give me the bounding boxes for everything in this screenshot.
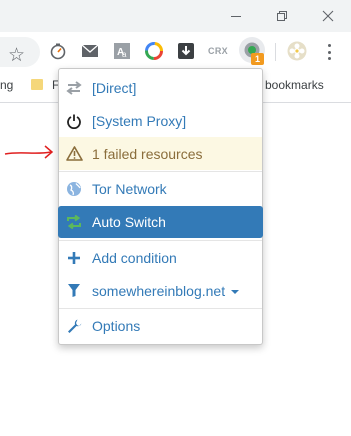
menu-item-label: Options <box>92 317 141 334</box>
menu-item-system-proxy[interactable]: [System Proxy] <box>59 104 262 137</box>
proxy-badge: 1 <box>251 53 264 65</box>
kebab-dot-icon <box>327 44 331 47</box>
menu-item-auto-switch[interactable]: Auto Switch <box>58 206 263 238</box>
menu-item-label-with-caret: somewhereinblog.net <box>92 282 240 299</box>
avatar-icon <box>287 41 307 61</box>
svg-text:a: a <box>122 50 127 59</box>
download-extension-button[interactable] <box>176 41 196 61</box>
profile-button[interactable] <box>287 41 307 61</box>
color-wheel-icon <box>145 42 163 60</box>
close-window-button[interactable] <box>305 0 351 32</box>
restore-icon <box>277 11 287 21</box>
wrench-icon <box>65 309 83 342</box>
power-icon <box>65 104 83 137</box>
restore-button[interactable] <box>259 0 305 32</box>
globe-icon <box>65 172 83 205</box>
browser-menu-button[interactable] <box>322 42 336 62</box>
menu-item-failed-resources[interactable]: 1 failed resources <box>59 137 262 170</box>
bookmark-item[interactable]: ng <box>0 78 13 92</box>
browser-toolbar: ☆ A a CRX <box>0 32 351 70</box>
proxy-switch-menu: [Direct] [System Proxy] 1 failed resourc… <box>58 68 263 345</box>
address-bar[interactable]: ☆ <box>0 37 40 67</box>
download-icon <box>178 43 194 59</box>
menu-item-temp-rule-dropdown[interactable]: somewhereinblog.net <box>59 274 262 307</box>
menu-item-label: 1 failed resources <box>92 145 203 162</box>
plus-icon <box>65 241 83 274</box>
mail-icon <box>81 44 99 57</box>
aa-icon: A a <box>114 43 130 59</box>
minimize-button[interactable] <box>213 0 259 32</box>
crx-extension-button[interactable]: CRX <box>206 41 230 61</box>
close-icon <box>322 10 334 22</box>
mail-extension-button[interactable] <box>80 41 100 61</box>
menu-item-label: Tor Network <box>92 180 167 197</box>
menu-item-add-condition[interactable]: Add condition <box>59 241 262 274</box>
menu-item-direct[interactable]: [Direct] <box>59 71 262 104</box>
bookmark-star-icon[interactable]: ☆ <box>8 45 25 65</box>
caret-down-icon <box>231 289 240 294</box>
font-extension-button[interactable]: A a <box>112 41 132 61</box>
menu-item-options[interactable]: Options <box>59 309 262 342</box>
menu-item-label: Auto Switch <box>92 214 166 230</box>
menu-item-label: Add condition <box>92 249 177 266</box>
window-title-bar <box>0 0 351 32</box>
menu-item-label: somewhereinblog.net <box>92 282 226 299</box>
filter-icon <box>65 274 83 307</box>
menu-item-tor-network[interactable]: Tor Network <box>59 172 262 205</box>
retweet-icon <box>65 206 83 238</box>
menu-item-label: [System Proxy] <box>92 112 187 129</box>
minimize-icon <box>231 16 241 17</box>
warning-icon <box>65 137 83 170</box>
folder-icon <box>31 79 43 90</box>
kebab-dot-icon <box>327 57 331 60</box>
color-picker-extension-button[interactable] <box>144 41 164 61</box>
kebab-dot-icon <box>327 50 331 54</box>
transfer-icon <box>65 71 83 104</box>
timer-icon <box>50 43 66 60</box>
timer-extension-button[interactable] <box>48 41 68 61</box>
annotation-arrow <box>4 145 54 159</box>
crx-icon: CRX <box>208 46 228 56</box>
menu-item-label: [Direct] <box>92 79 137 96</box>
toolbar-divider <box>275 43 276 61</box>
